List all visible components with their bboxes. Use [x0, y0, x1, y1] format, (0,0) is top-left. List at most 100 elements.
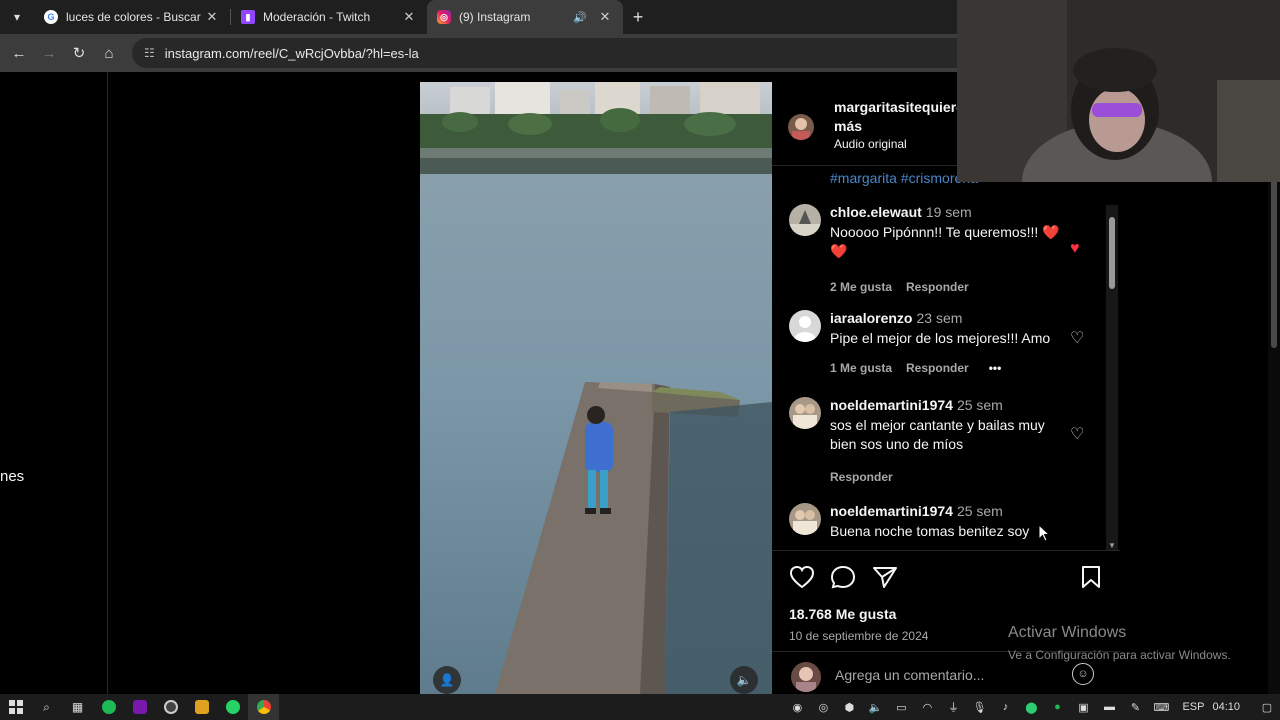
close-icon[interactable]: ✕ [401, 9, 417, 25]
streamlabs-icon[interactable] [186, 694, 217, 720]
reel-video[interactable]: 👤 🔈 [420, 82, 772, 694]
comment-meta: 2 Me gusta Responder [830, 280, 983, 294]
hashtags[interactable]: #margarita #crismorena [830, 170, 978, 186]
comment-likes[interactable]: 1 Me gusta [830, 361, 892, 375]
instagram-icon: ◎ [437, 10, 451, 24]
share-send-icon[interactable] [872, 565, 898, 594]
heart-outline-icon[interactable]: ♡ [1070, 328, 1084, 348]
username-text[interactable]: chloe.elewaut [830, 204, 922, 220]
comment-avatar[interactable] [789, 397, 821, 429]
reply-button[interactable]: Responder [906, 361, 969, 375]
security-icon[interactable]: ⬤ [1018, 701, 1044, 714]
comment-meta: Responder [830, 470, 907, 484]
whatsapp-icon[interactable] [217, 694, 248, 720]
app-tray-icon[interactable]: ▣ [1070, 701, 1096, 714]
obs-tray-icon[interactable]: ◎ [810, 701, 836, 714]
clipped-nav-label[interactable]: nes [0, 468, 24, 485]
tab-title: Moderación - Twitch [263, 10, 371, 24]
comment-username[interactable]: iaraalorenzo 23 sem [830, 310, 962, 326]
comment-item: noeldemartini1974 25 sem sos el mejor can… [772, 397, 1102, 484]
mouse-cursor-icon [1038, 523, 1051, 547]
tab-title: (9) Instagram [459, 10, 531, 24]
comment-username[interactable]: noeldemartini1974 25 sem [830, 397, 1003, 413]
author-username[interactable]: margaritasitequiero [834, 99, 965, 115]
language-indicator[interactable]: ESP [1182, 701, 1204, 713]
back-arrow-icon[interactable]: ← [4, 45, 34, 62]
microphone-icon[interactable]: 🎙 [966, 701, 992, 714]
more-options-icon[interactable]: ••• [989, 361, 1002, 375]
system-tray: ◉ ◎ ⬢ 🔈 ▭ ◠ ⏚ 🎙 ♪ ⬤ ● ▣ ▬ ✎ ⌨ ESP 04:10 … [784, 694, 1280, 720]
onenote-icon[interactable] [124, 694, 155, 720]
webcam-overlay [957, 0, 1280, 182]
emoji-icon[interactable]: ☺ [1072, 663, 1094, 685]
comment-text: Pipe el mejor de los mejores!!! Amo [830, 330, 1051, 346]
comment-item: noeldemartini1974 25 sem Buena noche toma… [772, 503, 1102, 545]
scrollbar-thumb[interactable] [1109, 217, 1115, 289]
comment-avatar[interactable] [789, 310, 821, 342]
volume-icon[interactable]: 🔈 [730, 666, 758, 694]
speaker-icon[interactable]: ♪ [992, 701, 1018, 713]
close-icon[interactable]: ✕ [204, 9, 220, 25]
comment-username[interactable]: noeldemartini1974 25 sem [830, 503, 1003, 519]
discord-icon[interactable]: ◉ [784, 701, 810, 714]
shield-icon[interactable]: ⬢ [836, 701, 862, 714]
wifi-icon[interactable]: ◠ [914, 701, 940, 714]
reply-button[interactable]: Responder [906, 280, 969, 294]
task-view-icon[interactable]: ▦ [62, 694, 93, 720]
left-nav-panel: nes [0, 72, 108, 694]
tab-twitch[interactable]: ▮ Moderación - Twitch ✕ [231, 0, 427, 34]
network-icon[interactable]: ▬ [1096, 701, 1122, 713]
forward-arrow-icon[interactable]: → [34, 45, 64, 62]
reply-button[interactable]: Responder [830, 470, 893, 484]
tab-instagram[interactable]: ◎ (9) Instagram 🔊 ✕ [427, 0, 623, 34]
username-text[interactable]: noeldemartini1974 [830, 503, 953, 519]
scroll-down-arrow-icon[interactable]: ▼ [1106, 541, 1118, 550]
comment-input[interactable]: Agrega un comentario... [835, 667, 984, 683]
comment-username[interactable]: chloe.elewaut 19 sem [830, 204, 972, 220]
username-text[interactable]: iaraalorenzo [830, 310, 912, 326]
windows-start-icon[interactable] [0, 694, 31, 720]
tab-search-icon[interactable]: ▾ [0, 0, 34, 34]
username-text[interactable]: noeldemartini1974 [830, 397, 953, 413]
comment-avatar[interactable] [789, 204, 821, 236]
close-icon[interactable]: ✕ [597, 9, 613, 25]
keyboard-icon[interactable]: ⌨ [1148, 701, 1174, 714]
tab-google-search[interactable]: G luces de colores - Buscar con Google ✕ [34, 0, 230, 34]
heart-filled-icon[interactable]: ♥ [1070, 240, 1080, 258]
more-link[interactable]: más [834, 118, 862, 134]
reload-icon[interactable]: ↻ [64, 44, 94, 62]
pen-icon[interactable]: ✎ [1122, 701, 1148, 714]
home-icon[interactable]: ⌂ [94, 45, 124, 62]
comments-scrollbar[interactable]: ▼ [1106, 205, 1118, 550]
volume-icon[interactable]: 🔈 [862, 701, 888, 714]
spotify-icon[interactable] [93, 694, 124, 720]
comment-avatar[interactable] [789, 503, 821, 535]
search-icon[interactable]: ⌕ [31, 694, 62, 720]
site-info-icon[interactable]: ☷ [144, 46, 155, 60]
comment-bubble-icon[interactable] [830, 565, 856, 594]
notifications-icon[interactable]: ▢ [1254, 701, 1280, 714]
obs-icon[interactable] [155, 694, 186, 720]
spotify-tray-icon[interactable]: ● [1044, 701, 1070, 713]
heart-outline-icon[interactable]: ♡ [1070, 424, 1084, 444]
likes-count[interactable]: 18.768 Me gusta [789, 606, 896, 622]
url-text: instagram.com/reel/C_wRcjOvbba/?hl=es-la [164, 45, 419, 61]
user-tag-icon[interactable]: 👤 [433, 666, 461, 694]
chrome-icon[interactable] [248, 694, 279, 720]
usb-icon[interactable]: ⏚ [940, 699, 966, 715]
audio-label[interactable]: Audio original [834, 137, 907, 151]
taskbar-clock[interactable]: 04:10 [1212, 701, 1240, 713]
bookmark-icon[interactable] [1080, 565, 1102, 594]
comment-text: sos el mejor cantante y bailas muy bien … [830, 417, 1045, 452]
post-actions: 18.768 Me gusta 10 de septiembre de 2024… [772, 550, 1120, 694]
author-avatar[interactable] [788, 114, 814, 140]
speaker-icon[interactable]: 🔊 [573, 11, 587, 24]
comment-text: Buena noche tomas benitez soy [830, 523, 1030, 539]
comment-likes[interactable]: 2 Me gusta [830, 280, 892, 294]
like-heart-icon[interactable] [789, 565, 815, 594]
comment-item: iaraalorenzo 23 sem Pipe el mejor de los … [772, 310, 1102, 380]
watermark-subtitle: Ve a Configuración para activar Windows. [1008, 648, 1231, 662]
new-tab-button[interactable]: + [623, 7, 653, 28]
battery-icon[interactable]: ▭ [888, 701, 914, 714]
post-date: 10 de septiembre de 2024 [789, 629, 929, 643]
